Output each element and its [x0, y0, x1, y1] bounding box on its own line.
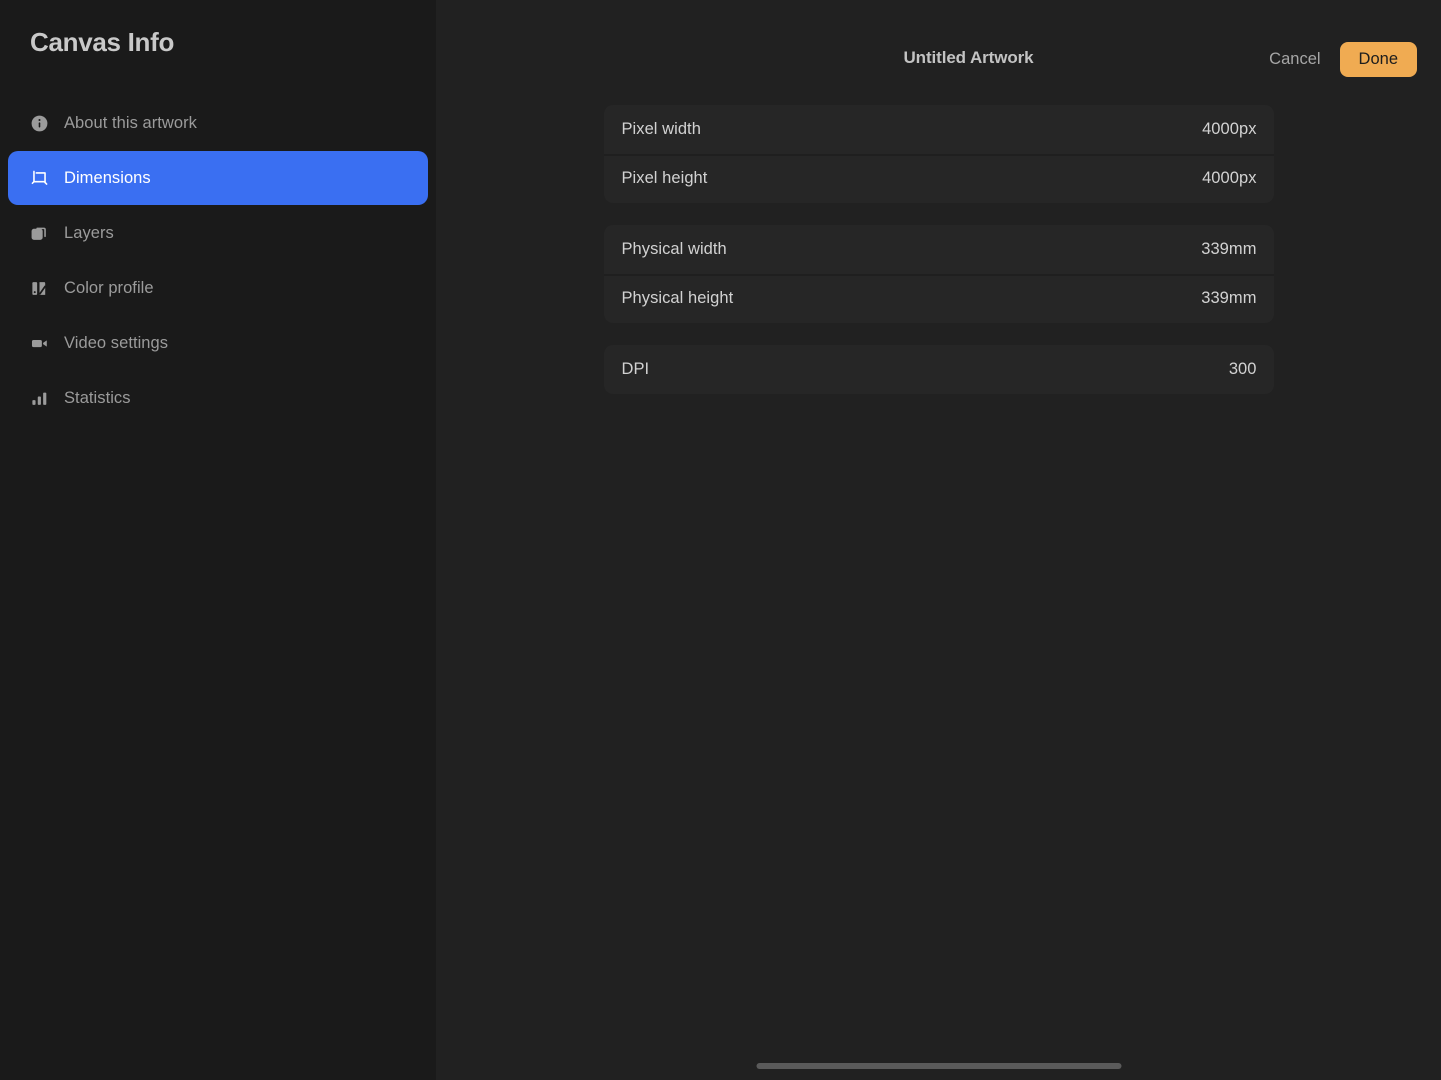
settings-group-resolution: DPI 300	[604, 345, 1274, 394]
color-swatch-icon	[26, 275, 52, 301]
cancel-button[interactable]: Cancel	[1267, 46, 1322, 73]
sidebar-item-dimensions[interactable]: Dimensions	[8, 151, 428, 205]
sidebar-item-label: Color profile	[64, 279, 154, 298]
header-actions: Cancel Done	[1267, 42, 1417, 77]
sidebar-item-label: Layers	[64, 224, 114, 243]
row-value[interactable]: 339mm	[1201, 289, 1256, 308]
crop-resize-icon	[26, 165, 52, 191]
row-label: Pixel height	[622, 169, 708, 188]
row-label: Physical height	[622, 289, 734, 308]
row-value[interactable]: 300	[1229, 360, 1257, 379]
row-label: Physical width	[622, 240, 727, 259]
sidebar-item-label: Statistics	[64, 389, 131, 408]
row-pixel-height[interactable]: Pixel height 4000px	[604, 154, 1274, 203]
dimensions-content: Pixel width 4000px Pixel height 4000px Physi…	[436, 100, 1441, 416]
main-panel: Untitled Artwork Cancel Done Pixel width…	[436, 0, 1441, 1080]
row-physical-height[interactable]: Physical height 339mm	[604, 274, 1274, 323]
sidebar-item-video-settings[interactable]: Video settings	[8, 316, 428, 370]
video-camera-icon	[26, 330, 52, 356]
settings-group-physical-dimensions: Physical width 339mm Physical height 339mm	[604, 225, 1274, 323]
home-indicator-area	[436, 1046, 1441, 1080]
row-pixel-width[interactable]: Pixel width 4000px	[604, 105, 1274, 154]
settings-group-pixel-dimensions: Pixel width 4000px Pixel height 4000px	[604, 105, 1274, 203]
sidebar-item-statistics[interactable]: Statistics	[8, 371, 428, 425]
row-value[interactable]: 339mm	[1201, 240, 1256, 259]
sidebar-item-label: Video settings	[64, 334, 168, 353]
page-title: Canvas Info	[0, 22, 436, 62]
sidebar-item-label: About this artwork	[64, 114, 197, 133]
row-label: Pixel width	[622, 120, 701, 139]
sidebar-nav: About this artwork Dimensions Layers Color …	[0, 96, 436, 426]
row-physical-width[interactable]: Physical width 339mm	[604, 225, 1274, 274]
info-circle-icon	[26, 110, 52, 136]
layers-icon	[26, 220, 52, 246]
sidebar: Canvas Info About this artwork Dimensions…	[0, 0, 436, 1080]
main-header: Untitled Artwork Cancel Done	[436, 0, 1441, 100]
bar-chart-icon	[26, 385, 52, 411]
row-value[interactable]: 4000px	[1202, 120, 1256, 139]
sidebar-item-about-this-artwork[interactable]: About this artwork	[8, 96, 428, 150]
done-button[interactable]: Done	[1340, 42, 1417, 77]
row-dpi[interactable]: DPI 300	[604, 345, 1274, 394]
sidebar-item-layers[interactable]: Layers	[8, 206, 428, 260]
row-label: DPI	[622, 360, 650, 379]
sidebar-item-color-profile[interactable]: Color profile	[8, 261, 428, 315]
canvas-info-modal: Canvas Info About this artwork Dimensions…	[0, 0, 1441, 1080]
row-value[interactable]: 4000px	[1202, 169, 1256, 188]
home-indicator[interactable]	[756, 1063, 1121, 1069]
sidebar-item-label: Dimensions	[64, 169, 151, 188]
